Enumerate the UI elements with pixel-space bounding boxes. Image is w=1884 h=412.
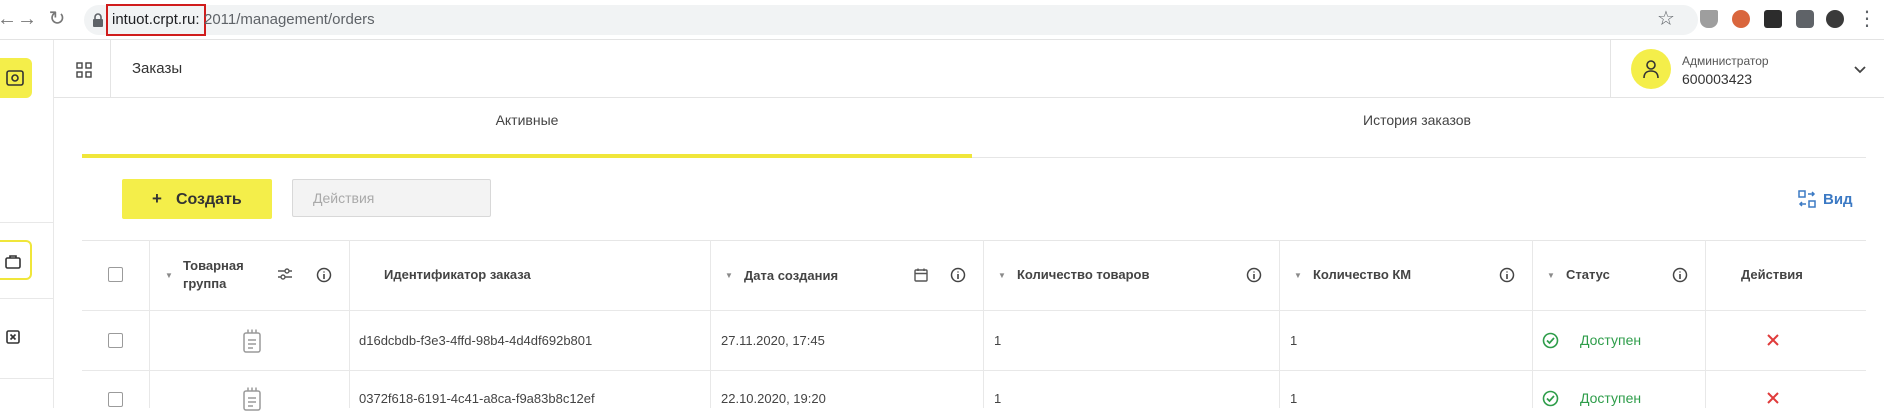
reload-icon[interactable]: ↻ — [46, 8, 68, 30]
create-order-button[interactable]: + Создать — [122, 179, 272, 219]
user-id: 600003423 — [1682, 71, 1753, 87]
select-all-checkbox[interactable] — [108, 267, 123, 282]
header-order-id: Идентификатор заказа — [384, 267, 531, 282]
sort-icon[interactable]: ▼ — [1547, 271, 1555, 280]
view-link[interactable]: Вид — [1823, 189, 1853, 211]
delete-icon[interactable] — [1766, 391, 1780, 405]
info-icon[interactable] — [1246, 267, 1262, 283]
sort-icon[interactable]: ▼ — [725, 271, 733, 280]
view-settings-icon[interactable] — [1798, 190, 1816, 208]
apps-grid-icon[interactable] — [76, 62, 92, 78]
profile-avatar-icon[interactable] — [1826, 10, 1844, 28]
sort-icon[interactable]: ▼ — [165, 271, 173, 280]
column-divider — [1532, 240, 1533, 408]
product-group-icon — [243, 387, 261, 411]
header-divider — [1610, 40, 1611, 98]
header-actions: Действия — [1741, 267, 1803, 282]
app-header: Заказы Администратор 600003423 — [54, 40, 1884, 98]
cell-km-count: 1 — [1290, 391, 1298, 406]
menu-icon[interactable]: ⋮ — [1857, 6, 1877, 32]
lock-icon — [93, 13, 103, 27]
create-label: Создать — [175, 191, 242, 208]
cell-item-count: 1 — [994, 391, 1002, 406]
sidebar-divider — [0, 222, 54, 223]
header-item-count: Количество товаров — [1017, 267, 1150, 282]
chevron-down-icon[interactable] — [1853, 62, 1867, 76]
cell-km-count: 1 — [1290, 333, 1298, 348]
status-badge: Доступен — [1580, 390, 1642, 406]
row-divider — [82, 370, 1866, 371]
sidebar-divider — [0, 298, 54, 299]
calendar-icon[interactable] — [913, 267, 929, 283]
row-checkbox[interactable] — [108, 333, 123, 348]
tab-active-indicator — [82, 154, 972, 158]
tab-active[interactable]: Активные — [82, 99, 972, 159]
user-role: Администратор — [1682, 54, 1769, 68]
box-gear-icon — [6, 70, 24, 86]
info-icon[interactable] — [1499, 267, 1515, 283]
column-divider — [710, 240, 711, 408]
column-divider — [149, 240, 150, 408]
page-title: Заказы — [132, 60, 183, 77]
info-icon[interactable] — [316, 267, 332, 283]
status-badge: Доступен — [1580, 332, 1642, 348]
extension-cast-icon[interactable] — [1700, 10, 1718, 28]
star-icon[interactable]: ☆ — [1657, 8, 1675, 30]
tab-history[interactable]: История заказов — [972, 99, 1862, 159]
actions-dropdown[interactable]: Действия — [292, 179, 491, 217]
sidebar-item-orders[interactable] — [0, 58, 32, 98]
product-group-icon — [243, 329, 261, 353]
header-km-count: Количество КМ — [1313, 267, 1412, 282]
extension-avatar-icon[interactable] — [1732, 10, 1750, 28]
header-status: Статус — [1566, 267, 1610, 282]
column-divider — [1279, 240, 1280, 408]
cell-created: 27.11.2020, 17:45 — [721, 333, 825, 348]
check-circle-icon — [1542, 332, 1559, 349]
box-cross-icon — [6, 330, 20, 344]
user-avatar[interactable] — [1631, 49, 1671, 89]
briefcase-icon — [5, 255, 21, 269]
extension-terminal-icon[interactable] — [1764, 10, 1782, 28]
sidebar-item-briefcase[interactable] — [0, 240, 32, 280]
cell-created: 22.10.2020, 19:20 — [721, 391, 826, 406]
sidebar-item-cancel-box[interactable] — [0, 318, 32, 358]
cell-order-id[interactable]: 0372f618-6191-4c41-a8ca-f9a83b8c12ef — [359, 391, 595, 406]
cell-order-id[interactable]: d16dcbdb-f3e3-4ffd-98b4-4d4df692b801 — [359, 333, 592, 348]
row-checkbox[interactable] — [108, 392, 123, 407]
check-circle-icon — [1542, 390, 1559, 407]
left-sidebar — [0, 40, 54, 408]
url-path[interactable]: 2011/management/orders — [204, 0, 375, 40]
delete-icon[interactable] — [1766, 333, 1780, 347]
info-icon[interactable] — [950, 267, 966, 283]
plus-icon: + — [152, 189, 162, 208]
user-icon — [1643, 60, 1659, 79]
forward-icon[interactable]: → — [16, 8, 38, 30]
sort-icon[interactable]: ▼ — [998, 271, 1006, 280]
column-divider — [983, 240, 984, 408]
extensions-puzzle-icon[interactable] — [1796, 10, 1814, 28]
header-product-group: Товарная группа — [183, 258, 244, 291]
row-divider — [82, 310, 1866, 311]
tab-inactive-line — [972, 157, 1866, 158]
sort-icon[interactable]: ▼ — [1294, 271, 1302, 280]
header-divider — [110, 40, 111, 98]
column-divider — [1705, 240, 1706, 408]
cell-item-count: 1 — [994, 333, 1002, 348]
header-created: Дата создания — [744, 268, 839, 283]
column-divider — [349, 240, 350, 408]
browser-toolbar: ← → ↻ intuot.crpt.ru: 2011/management/or… — [0, 0, 1884, 40]
info-icon[interactable] — [1672, 267, 1688, 283]
sidebar-divider — [0, 378, 54, 379]
filter-sliders-icon[interactable] — [277, 266, 293, 282]
url-host-highlighted[interactable]: intuot.crpt.ru: — [106, 4, 206, 36]
